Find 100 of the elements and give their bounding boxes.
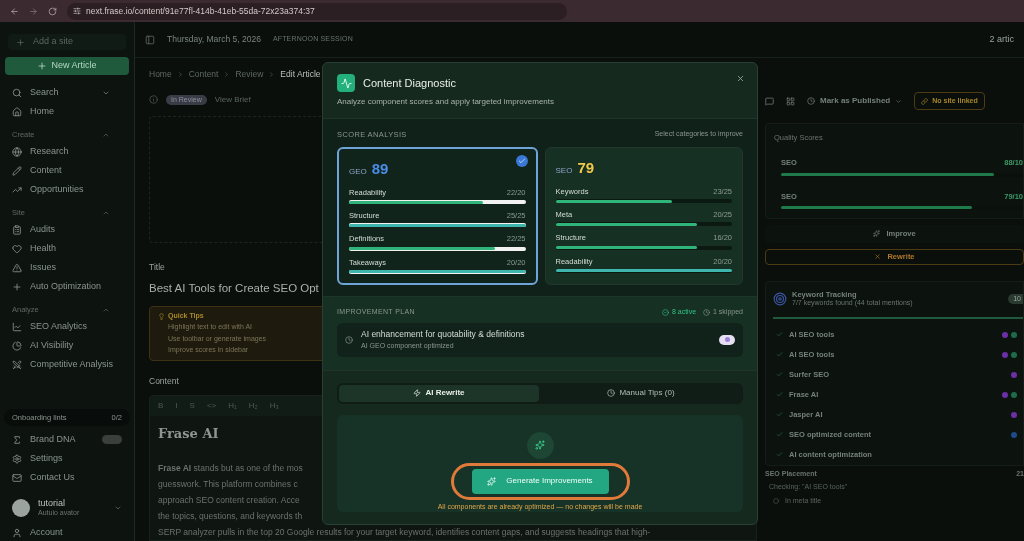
- plan-item-title: AI enhancement for quotability & definitions: [361, 328, 525, 341]
- plus-icon: [12, 281, 22, 292]
- paragraph-line: the topics, questions, and keywords th: [158, 510, 303, 523]
- breadcrumb-link[interactable]: Content: [188, 68, 219, 81]
- panel-toggle-icon[interactable]: [145, 34, 155, 45]
- sidebar-item[interactable]: Opportunities: [0, 180, 134, 199]
- sidebar-item[interactable]: Health: [0, 239, 134, 258]
- sigma-icon: [12, 434, 22, 445]
- title-field[interactable]: Best AI Tools for Create SEO Opt: [149, 279, 319, 297]
- chevron-icon: [102, 209, 110, 217]
- sidebar-item[interactable]: Issues: [0, 258, 134, 277]
- chevron-icon: [102, 131, 110, 139]
- site-settings-icon: [73, 7, 81, 15]
- paragraph-line: Frase AI stands but as one of the mos: [158, 462, 303, 475]
- chevron-icon: [114, 504, 122, 512]
- sidebar-item[interactable]: Brand DNA: [0, 430, 134, 449]
- search-icon: [12, 87, 22, 98]
- sidebar-item[interactable]: Content: [0, 161, 134, 180]
- clock-icon: [807, 97, 815, 105]
- score-label: SEO: [555, 165, 573, 178]
- clock-icon: [703, 308, 711, 316]
- forward-icon[interactable]: [29, 6, 38, 16]
- sidebar-item[interactable]: Competitive Analysis: [0, 355, 134, 374]
- lightbulb-icon: [158, 312, 165, 320]
- settings-icon: [12, 453, 22, 464]
- user-name: tutorial: [38, 498, 65, 510]
- chevron-icon: [223, 70, 231, 78]
- plus-icon: [16, 37, 25, 47]
- toggle-switch[interactable]: [719, 334, 735, 345]
- info-icon: [149, 95, 158, 105]
- check-icon: [776, 371, 783, 379]
- reload-icon[interactable]: [48, 6, 57, 16]
- check-icon: [776, 451, 783, 459]
- score-label: GEO: [349, 166, 367, 179]
- heart-icon: [12, 243, 22, 254]
- tab[interactable]: AI Rewrite: [339, 384, 539, 402]
- editor-heading: Frase AI: [158, 424, 219, 443]
- globe-icon: [12, 146, 22, 157]
- field-label: Content: [149, 374, 179, 388]
- pie-chart-icon: [12, 340, 22, 351]
- pencil-icon: [12, 165, 22, 176]
- publish-button[interactable]: Mark as Published: [807, 95, 903, 107]
- home-icon: [12, 106, 22, 117]
- comment-icon[interactable]: [765, 96, 774, 106]
- paragraph-line: guesswork. This platform combines c: [158, 478, 298, 491]
- breadcrumb-link[interactable]: Review: [235, 68, 264, 81]
- article-count: 2 artic: [989, 32, 1014, 46]
- clock-icon: [345, 335, 353, 344]
- target-icon: [773, 291, 787, 306]
- sidebar-item[interactable]: Audits: [0, 220, 134, 239]
- sidebar-item[interactable]: Home: [0, 102, 134, 121]
- check-icon: [776, 391, 783, 399]
- check-icon: [776, 331, 783, 339]
- user-icon: [12, 528, 22, 538]
- check-icon: [776, 431, 783, 439]
- circle-icon: [773, 498, 779, 505]
- trend-icon: [12, 184, 22, 195]
- chevron-icon: [176, 70, 184, 78]
- sidebar-item[interactable]: AI Visibility: [0, 336, 134, 355]
- breadcrumb-link[interactable]: Edit Article: [280, 68, 321, 81]
- bolt-icon: [413, 389, 422, 397]
- clock-icon: [607, 389, 616, 397]
- sidebar-item[interactable]: Settings: [0, 449, 134, 468]
- back-icon[interactable]: [10, 6, 19, 16]
- grid-icon[interactable]: [786, 96, 795, 106]
- chevron-icon: [895, 97, 903, 105]
- paragraph-line: SERP analyzer pulls in the top 20 Google results for your target keyword, identifies content gaps, and suggests headings that high-: [158, 526, 651, 539]
- swords-icon: [12, 359, 22, 370]
- sidebar-item[interactable]: Auto Optimization: [0, 277, 134, 296]
- chevron-icon: [102, 306, 110, 314]
- link-icon: [921, 97, 929, 105]
- date-text: Thursday, March 5, 2026: [167, 33, 261, 46]
- cross-icon: [874, 253, 882, 261]
- warning-icon: [12, 262, 22, 273]
- chevron-icon: [268, 70, 276, 78]
- breadcrumb-link[interactable]: Home: [149, 68, 172, 81]
- sparkle-icon: [487, 476, 497, 486]
- score-value: 89: [371, 159, 389, 180]
- sidebar-item[interactable]: Account: [0, 525, 134, 541]
- view-brief-link[interactable]: View Brief: [214, 93, 251, 106]
- sidebar-item[interactable]: Research: [0, 142, 134, 161]
- plus-icon: [37, 61, 48, 71]
- address-bar[interactable]: next.frase.io/content/91e77fl-414b-41eb-55da-72x23a374:37: [67, 2, 567, 20]
- paragraph-line: approach SEO content creation. Acce: [158, 494, 300, 507]
- modal-subtitle: Analyze component scores and apply targeted improvements: [337, 96, 554, 108]
- score-value: 79: [577, 158, 595, 179]
- mail-icon: [12, 472, 22, 483]
- check-icon: [776, 411, 783, 419]
- search-item[interactable]: Search: [0, 83, 134, 102]
- check-badge: [515, 155, 528, 168]
- sparkle-icon: [526, 431, 554, 459]
- close-icon[interactable]: [736, 74, 745, 83]
- chart-icon: [12, 321, 22, 332]
- clipboard-icon: [12, 224, 22, 235]
- check-icon: [776, 351, 783, 359]
- sparkle-icon: [873, 230, 881, 238]
- new-article-button[interactable]: New Article: [5, 57, 129, 75]
- sidebar-item[interactable]: SEO Analytics: [0, 317, 134, 336]
- sidebar-item[interactable]: Contact Us: [0, 468, 134, 487]
- tab[interactable]: Manual Tips (0): [541, 384, 741, 402]
